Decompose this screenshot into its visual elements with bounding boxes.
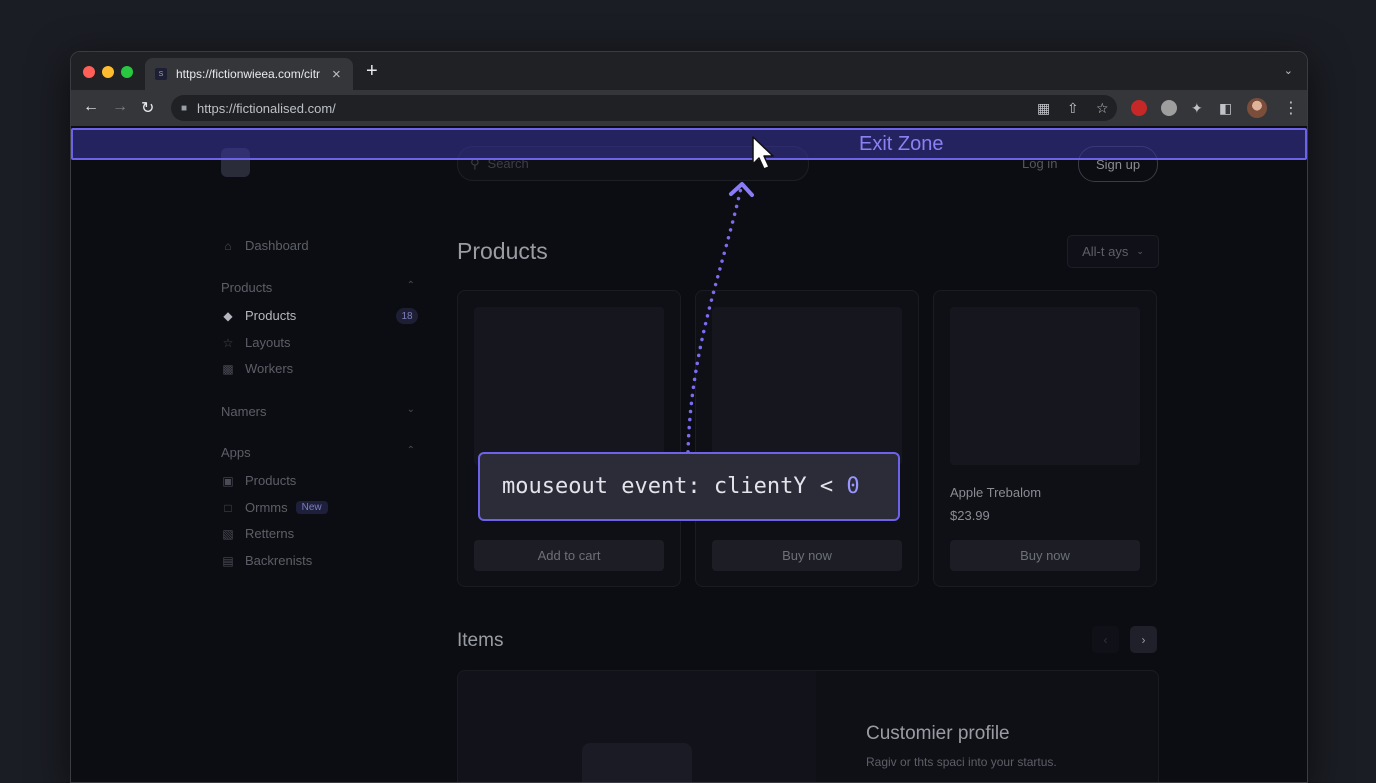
browser-toolbar: ← → ↻ ■ https://fictionalised.com/ ▦ ⇧ ☆… [71, 90, 1307, 126]
customer-profile-panel: Customier profile Ragiv or thts spaci in… [457, 670, 1159, 782]
browser-window: S https://fictionwieea.com/citr × + ⌄ ← … [70, 51, 1308, 783]
code-text: mouseout event: clientY < 0 [502, 474, 860, 499]
tab-search-chevron-icon[interactable]: ⌄ [1284, 64, 1293, 77]
close-tab-icon[interactable]: × [332, 66, 341, 83]
code-value: 0 [846, 474, 860, 499]
sidebar-item-label: Backrenists [245, 553, 313, 568]
back-icon[interactable]: ← [83, 98, 99, 116]
extension-grey-icon[interactable] [1161, 100, 1177, 116]
mouse-cursor-icon [752, 136, 774, 170]
share-icon[interactable]: ⇧ [1067, 100, 1079, 117]
browser-menu-icon[interactable]: ⋮ [1283, 98, 1299, 118]
panel-preview [458, 671, 816, 782]
close-window-button[interactable] [83, 66, 95, 78]
preview-card [582, 743, 692, 782]
extensions-puzzle-icon[interactable]: ✦ [1191, 100, 1203, 117]
dotted-path [686, 186, 743, 454]
sidebar-item-backrenists[interactable]: ▤ Backrenists [221, 553, 312, 568]
minimize-window-button[interactable] [102, 66, 114, 78]
tab-title: https://fictionwieea.com/citr [176, 67, 321, 81]
lock-icon: ■ [181, 102, 188, 114]
chevron-right-icon: › [1141, 632, 1146, 647]
items-title: Items [457, 630, 504, 651]
code-prefix: mouseout event: clientY < [502, 474, 847, 499]
translate-icon[interactable]: ▦ [1037, 100, 1050, 117]
bookmark-star-icon[interactable]: ☆ [1096, 100, 1109, 117]
panel-title: Customier profile [866, 723, 1010, 744]
panel-subtitle: Ragiv or thts spaci into your startus. [866, 755, 1057, 769]
reload-icon[interactable]: ↻ [141, 98, 154, 118]
next-page-button[interactable]: › [1130, 626, 1157, 653]
event-code-callout: mouseout event: clientY < 0 [478, 452, 900, 521]
previous-page-button[interactable]: ‹ [1092, 626, 1119, 653]
browser-tab[interactable]: S https://fictionwieea.com/citr × [145, 58, 353, 90]
url-text: https://fictionalised.com/ [197, 100, 336, 116]
web-page: ⚲ Search Log in Sign up ⌂ Dashboard Prod… [71, 126, 1307, 782]
profile-avatar[interactable] [1247, 98, 1267, 118]
tab-bar: S https://fictionwieea.com/citr × + ⌄ [71, 52, 1307, 90]
document-icon: ▤ [222, 553, 234, 568]
chevron-left-icon: ‹ [1103, 632, 1108, 647]
address-bar[interactable]: ■ https://fictionalised.com/ [171, 95, 1117, 121]
forward-icon[interactable]: → [112, 98, 128, 116]
new-tab-button[interactable]: + [366, 60, 378, 83]
favicon-icon: S [155, 68, 167, 80]
extension-red-icon[interactable] [1131, 100, 1147, 116]
maximize-window-button[interactable] [121, 66, 133, 78]
side-panel-icon[interactable]: ◧ [1219, 100, 1232, 117]
